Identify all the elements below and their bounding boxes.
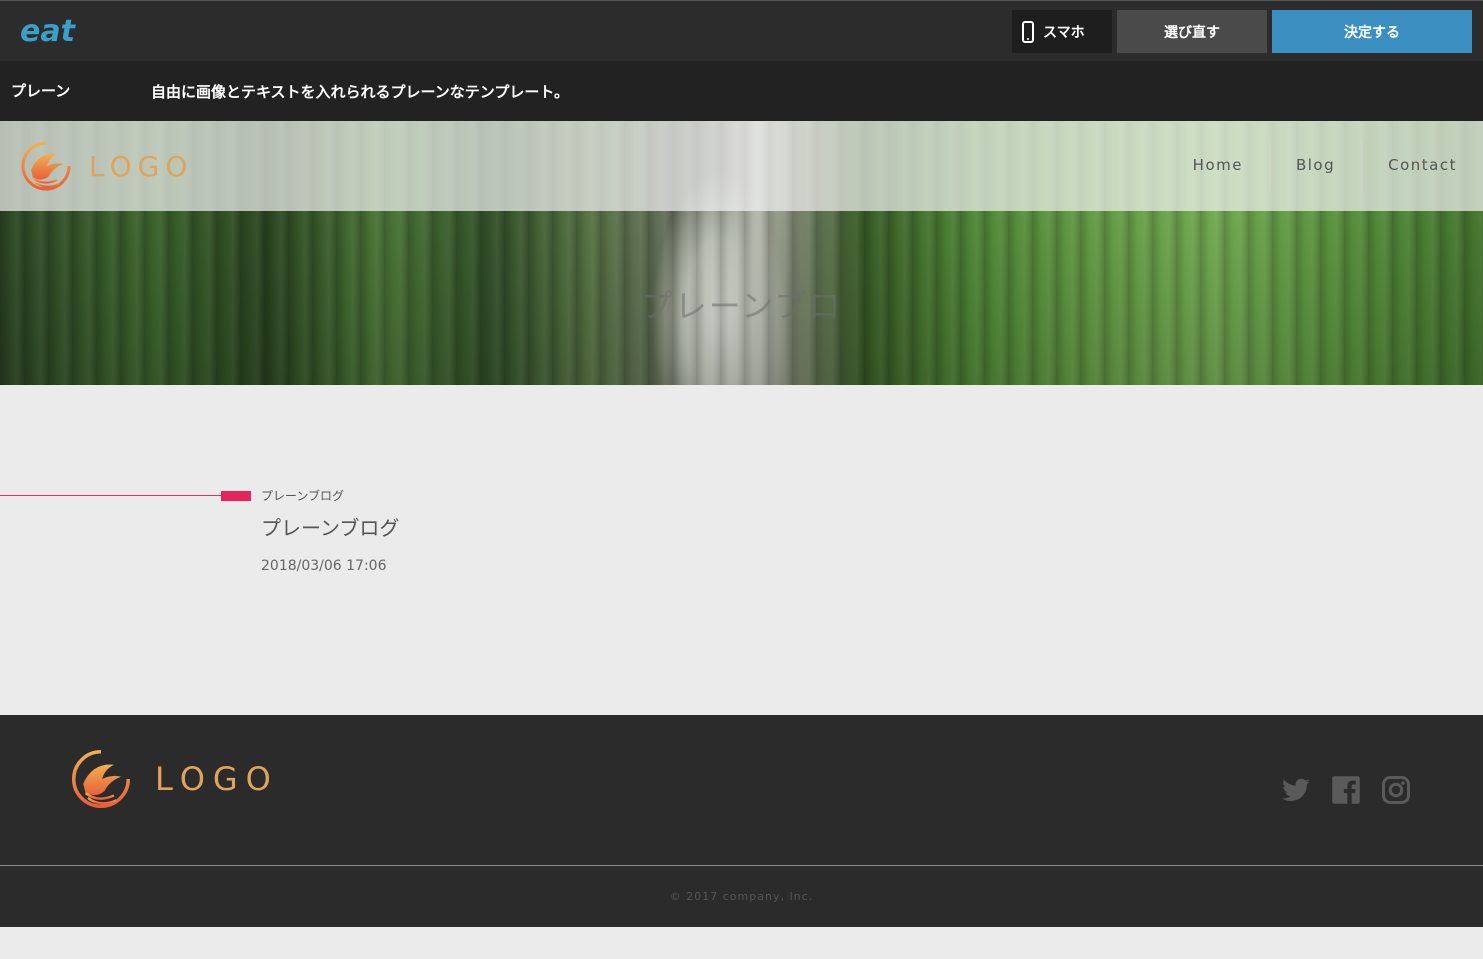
reselect-button[interactable]: 選び直す bbox=[1117, 10, 1267, 53]
footer-logo-text: LOGO bbox=[155, 760, 279, 798]
site-header: LOGO Home Blog Contact bbox=[0, 121, 1483, 211]
template-info-bar: プレーン 自由に画像とテキストを入れられるプレーンなテンプレート。 bbox=[0, 61, 1483, 121]
site-footer: LOGO bbox=[0, 715, 1483, 865]
post-title[interactable]: プレーンブログ bbox=[261, 512, 399, 541]
site-logo-text: LOGO bbox=[89, 149, 194, 183]
nav-blog[interactable]: Blog bbox=[1268, 139, 1361, 191]
post-accent-marker bbox=[221, 491, 251, 501]
smartphone-preview-button[interactable]: スマホ bbox=[1012, 10, 1112, 53]
eat-logo-text: eat bbox=[20, 14, 77, 47]
nav-contact[interactable]: Contact bbox=[1361, 139, 1483, 191]
template-name: プレーン bbox=[11, 82, 71, 100]
editor-topbar: eat スマホ 選び直す 決定する bbox=[0, 0, 1483, 61]
instagram-icon[interactable] bbox=[1381, 775, 1411, 805]
copyright-text: © 2017 company, Inc. bbox=[669, 890, 814, 903]
phoenix-logo-icon bbox=[21, 141, 71, 191]
nav-home[interactable]: Home bbox=[1167, 139, 1269, 191]
post-category[interactable]: プレーンブログ bbox=[261, 487, 344, 504]
post-date: 2018/03/06 17:06 bbox=[261, 558, 387, 574]
decide-button[interactable]: 決定する bbox=[1272, 10, 1472, 53]
site-logo[interactable]: LOGO bbox=[19, 140, 193, 192]
twitter-icon[interactable] bbox=[1281, 775, 1311, 805]
site-nav: Home Blog Contact bbox=[1167, 139, 1483, 191]
footer-bottom: © 2017 company, Inc. bbox=[0, 865, 1483, 927]
template-description: 自由に画像とテキストを入れられるプレーンなテンプレート。 bbox=[151, 83, 570, 101]
facebook-icon[interactable] bbox=[1331, 775, 1361, 805]
smartphone-icon bbox=[1022, 20, 1034, 43]
footer-logo[interactable]: LOGO bbox=[69, 748, 279, 810]
eat-logo[interactable]: eat bbox=[20, 11, 82, 47]
post-accent-line bbox=[0, 495, 222, 496]
hero-title: プレーンブロ bbox=[640, 287, 843, 325]
phoenix-logo-icon bbox=[71, 749, 131, 809]
smartphone-label: スマホ bbox=[1043, 24, 1085, 41]
